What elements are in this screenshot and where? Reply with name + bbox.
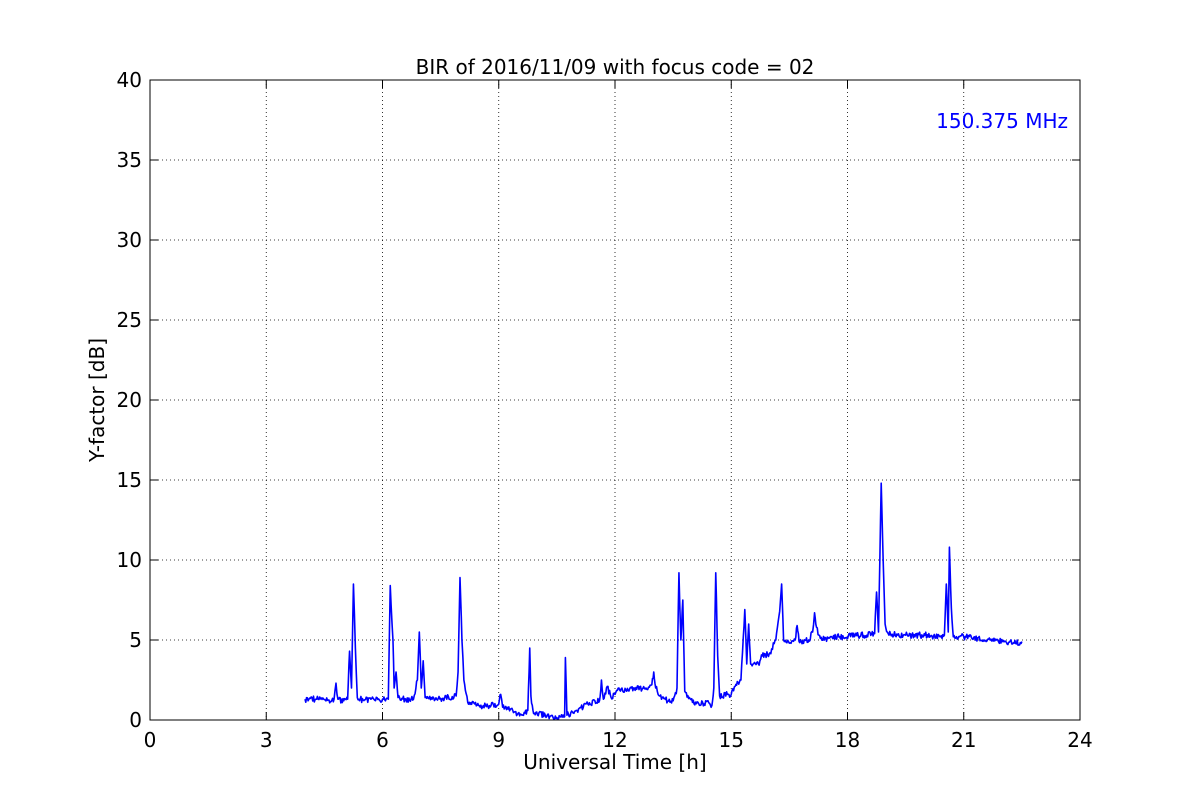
chart-figure: 0 3 6 9 12 15 18 21 24 0 5 10 15 20 25 30 35 40 BIR of 2…: [0, 0, 1200, 800]
x-tick-label: 3: [260, 728, 273, 752]
y-tick-label: 25: [117, 308, 142, 332]
x-tick-labels: 0 3 6 9 12 15 18 21 24: [144, 728, 1093, 752]
x-tick-label: 6: [376, 728, 389, 752]
y-tick-label: 20: [117, 388, 142, 412]
series-group: [304, 482, 1023, 720]
x-axis-label: Universal Time [h]: [523, 750, 706, 774]
x-tick-label: 24: [1067, 728, 1092, 752]
grid-lines: [149, 79, 1081, 721]
x-tick-label: 12: [602, 728, 627, 752]
y-tick-label: 30: [117, 228, 142, 252]
y-tick-label: 0: [129, 708, 142, 732]
x-tick-label: 18: [835, 728, 860, 752]
x-tick-label: 0: [144, 728, 157, 752]
series-line: [304, 482, 1023, 720]
y-tick-label: 40: [117, 68, 142, 92]
x-tick-label: 21: [951, 728, 976, 752]
x-tick-label: 9: [492, 728, 505, 752]
y-axis-label: Y-factor [dB]: [85, 338, 109, 463]
y-tick-label: 5: [129, 628, 142, 652]
x-tick-label: 15: [719, 728, 744, 752]
y-tick-labels: 0 5 10 15 20 25 30 35 40: [117, 68, 142, 732]
y-tick-label: 35: [117, 148, 142, 172]
chart-svg: 0 3 6 9 12 15 18 21 24 0 5 10 15 20 25 30 35 40 BIR of 2…: [85, 55, 1093, 774]
y-tick-label: 15: [117, 468, 142, 492]
chart-title: BIR of 2016/11/09 with focus code = 02: [416, 55, 815, 79]
frequency-annotation: 150.375 MHz: [936, 109, 1068, 133]
y-tick-label: 10: [117, 548, 142, 572]
